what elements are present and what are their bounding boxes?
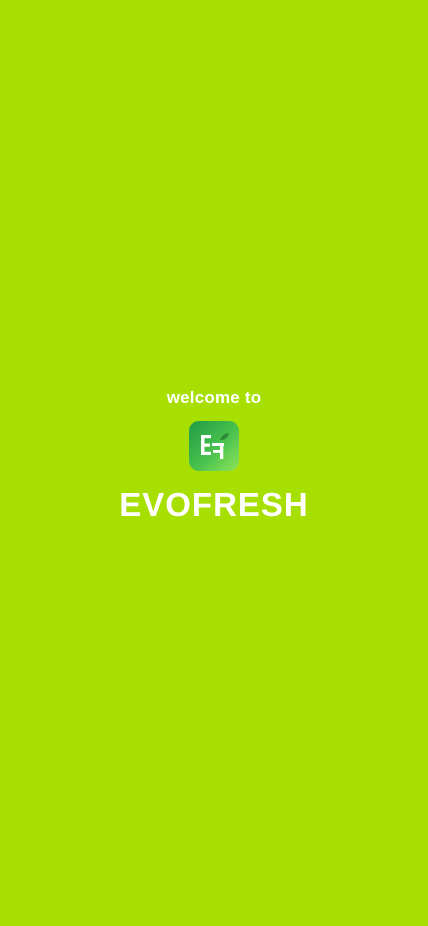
splash-screen: welcome to EVOFRESH <box>0 0 428 926</box>
logo-mark <box>201 433 229 459</box>
welcome-text: welcome to <box>166 388 262 407</box>
evofresh-logo-icon <box>189 421 239 471</box>
brand-name: EVOFRESH <box>119 486 309 523</box>
